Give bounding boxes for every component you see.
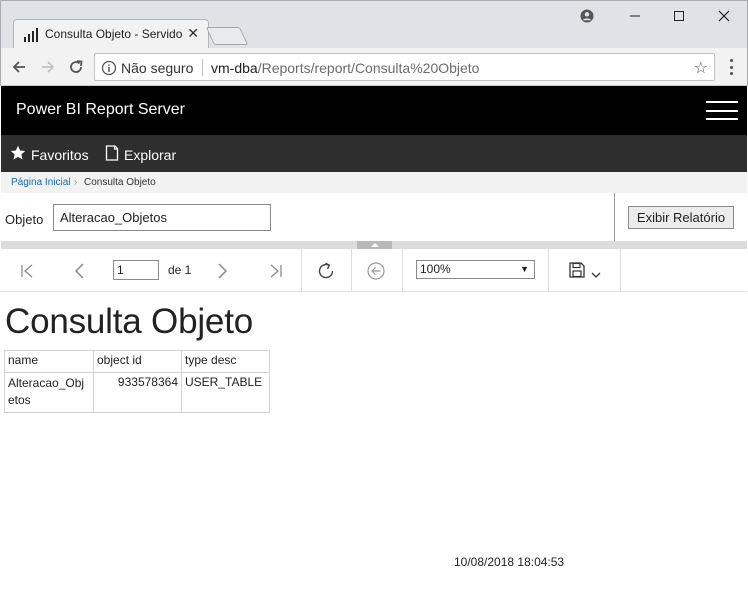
report-table: name object id type desc Alteracao_Objet… [4,350,270,413]
nav-explore-label: Explorar [124,146,177,163]
document-icon [105,145,119,164]
app-nav: Favoritos Explorar [1,135,747,172]
hamburger-menu-icon[interactable] [706,101,738,120]
breadcrumb-home-link[interactable]: Página Inicial [11,177,70,188]
first-page-icon[interactable] [16,260,38,282]
next-page-icon[interactable] [211,260,233,282]
chevron-down-icon [591,267,601,282]
tab-title: Consulta Objeto - Servidor de Relatórios… [45,27,183,41]
forward-arrow-icon[interactable] [36,55,60,79]
report-timestamp: 10/08/2018 18:04:53 [454,555,565,569]
maximize-icon[interactable] [664,5,694,27]
browser-tab[interactable]: Consulta Objeto - Servidor de Relatórios… [13,19,209,49]
page-content: Power BI Report Server Favoritos Explora… [1,86,747,590]
toolbar-separator [351,249,352,291]
collapse-parameters-handle[interactable] [357,241,392,249]
new-tab-button[interactable] [205,27,249,45]
zoom-value: 100% [420,262,451,276]
address-divider [202,59,203,76]
last-page-icon[interactable] [265,260,287,282]
breadcrumb-current: Consulta Objeto [84,177,156,188]
export-button[interactable] [568,260,608,282]
cell-type-desc: USER_TABLE [181,372,270,413]
toolbar-separator [402,249,403,291]
table-header-row: name object id type desc [4,350,270,373]
app-title[interactable]: Power BI Report Server [16,101,185,119]
star-icon [10,145,26,164]
previous-page-icon[interactable] [69,260,91,282]
toolbar-separator [620,249,621,291]
report-toolbar: de 1 100% ▼ [1,249,747,292]
cell-name-text: Alteracao_Objetos [8,376,85,407]
browser-titlebar: Consulta Objeto - Servidor de Relatórios… [0,0,748,49]
security-label: Não seguro [121,60,194,76]
toolbar-separator [548,249,549,291]
nav-explore[interactable]: Explorar [105,145,176,164]
parameter-pane: Objeto Exibir Relatório [1,193,747,243]
report-title: Consulta Objeto [5,302,253,341]
parameter-divider [614,193,615,241]
column-header-name: name [4,350,94,373]
url-path: /Reports/report/Consulta%20Objeto [257,60,480,76]
table-row: Alteracao_Objetos 933578364 USER_TABLE [4,372,270,413]
bar-chart-icon [23,28,39,42]
window-close-icon[interactable] [709,5,739,27]
browser-toolbar: Não seguro vm-dba/Reports/report/Consult… [0,48,748,86]
url-text[interactable]: vm-dba/Reports/report/Consulta%20Objeto [211,60,479,76]
minimize-icon[interactable] [620,5,650,27]
parameter-splitter [1,241,747,249]
zoom-select[interactable]: 100% ▼ [416,260,535,279]
back-to-parent-icon[interactable] [365,260,387,282]
column-header-type-desc: type desc [181,350,270,373]
page-number-input[interactable] [113,260,159,280]
refresh-icon[interactable] [315,260,337,282]
cell-name: Alteracao_Objetos [4,372,94,413]
reload-icon[interactable] [64,55,88,79]
url-host: vm-dba [211,60,258,76]
view-report-button[interactable]: Exibir Relatório [628,206,734,229]
cell-object-id: 933578364 [93,372,182,413]
toolbar-separator [301,249,302,291]
tab-close-icon[interactable]: ✕ [187,25,199,42]
back-arrow-icon[interactable] [7,55,31,79]
column-header-object-id: object id [93,350,182,373]
page-count-label: de 1 [168,263,192,277]
bookmark-star-icon[interactable]: ☆ [694,58,708,78]
browser-menu-icon[interactable] [723,57,739,77]
breadcrumb: Página Inicial › Consulta Objeto [1,172,747,193]
address-bar[interactable]: Não seguro vm-dba/Reports/report/Consult… [94,53,715,81]
nav-favorites[interactable]: Favoritos [10,145,89,164]
app-header: Power BI Report Server [1,86,747,135]
info-icon[interactable] [101,60,117,76]
objeto-input[interactable] [53,204,271,231]
account-icon[interactable] [572,5,602,27]
breadcrumb-separator: › [74,177,78,188]
nav-favorites-label: Favoritos [31,146,89,163]
save-icon [568,261,586,282]
dropdown-arrow-icon: ▼ [520,264,529,274]
objeto-label: Objeto [5,212,44,227]
